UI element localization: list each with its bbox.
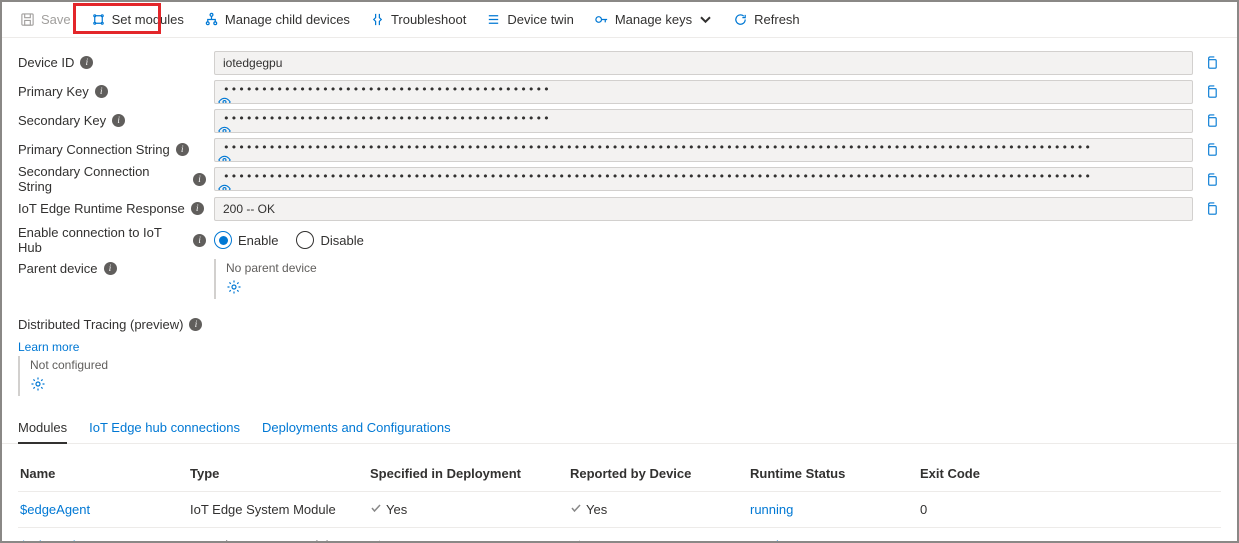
check-icon: [370, 538, 382, 543]
gear-icon[interactable]: [226, 279, 242, 295]
primary-key-label: Primary Key: [18, 84, 89, 99]
reveal-icon[interactable]: [217, 152, 1178, 162]
set-modules-button[interactable]: Set modules: [81, 2, 194, 37]
save-button: Save: [10, 2, 81, 37]
check-icon: [570, 538, 582, 543]
learn-more-link[interactable]: Learn more: [18, 340, 1221, 354]
hierarchy-icon: [204, 12, 219, 27]
copy-icon[interactable]: [1201, 169, 1221, 189]
runtime-response-label: IoT Edge Runtime Response: [18, 201, 185, 216]
col-header-name[interactable]: Name: [18, 466, 188, 481]
runtime-response-field[interactable]: 200 -- OK: [214, 197, 1193, 221]
tab-hub-connections[interactable]: IoT Edge hub connections: [89, 414, 240, 443]
detail-tabs: Modules IoT Edge hub connections Deploym…: [2, 414, 1237, 444]
tab-modules[interactable]: Modules: [18, 414, 67, 443]
device-id-field[interactable]: iotedgegpu: [214, 51, 1193, 75]
col-header-rep[interactable]: Reported by Device: [568, 466, 748, 481]
parent-device-value: No parent device: [226, 261, 317, 275]
reveal-icon[interactable]: [217, 94, 1178, 104]
secondary-cs-label: Secondary Connection String: [18, 164, 187, 194]
info-icon[interactable]: i: [189, 318, 202, 331]
module-name-link[interactable]: $edgeHub: [18, 538, 188, 543]
refresh-button[interactable]: Refresh: [723, 2, 810, 37]
disable-radio[interactable]: Disable: [296, 231, 363, 249]
copy-icon[interactable]: [1201, 140, 1221, 160]
device-id-label: Device ID: [18, 55, 74, 70]
tab-deployments[interactable]: Deployments and Configurations: [262, 414, 451, 443]
info-icon[interactable]: i: [104, 262, 117, 275]
dist-tracing-status: Not configured: [30, 358, 108, 372]
secondary-cs-field[interactable]: ••••••••••••••••••••••••••••••••••••••••…: [214, 167, 1193, 191]
copy-icon[interactable]: [1201, 53, 1221, 73]
primary-key-field[interactable]: ••••••••••••••••••••••••••••••••••••••••…: [214, 80, 1193, 104]
col-header-stat[interactable]: Runtime Status: [748, 466, 918, 481]
device-twin-icon: [486, 12, 501, 27]
info-icon[interactable]: i: [191, 202, 204, 215]
dist-tracing-box: Not configured: [18, 356, 108, 396]
enable-connection-label: Enable connection to IoT Hub: [18, 225, 187, 255]
parent-device-label: Parent device: [18, 261, 98, 276]
manage-keys-button[interactable]: Manage keys: [584, 2, 723, 37]
troubleshoot-button[interactable]: Troubleshoot: [360, 2, 476, 37]
info-icon[interactable]: i: [193, 173, 206, 186]
set-modules-icon: [91, 12, 106, 27]
info-icon[interactable]: i: [193, 234, 206, 247]
primary-cs-label: Primary Connection String: [18, 142, 170, 157]
secondary-key-field[interactable]: ••••••••••••••••••••••••••••••••••••••••…: [214, 109, 1193, 133]
info-icon[interactable]: i: [176, 143, 189, 156]
table-row[interactable]: $edgeAgent IoT Edge System Module Yes Ye…: [18, 491, 1221, 527]
table-row[interactable]: $edgeHub IoT Edge System Module Yes Yes …: [18, 527, 1221, 543]
chevron-down-icon: [698, 12, 713, 27]
gear-icon[interactable]: [30, 376, 46, 392]
command-bar: Save Set modules Manage child devices Tr…: [2, 2, 1237, 38]
info-icon[interactable]: i: [112, 114, 125, 127]
dist-tracing-label: Distributed Tracing (preview): [18, 317, 183, 332]
reveal-icon[interactable]: [217, 182, 1178, 192]
troubleshoot-icon: [370, 12, 385, 27]
modules-table: Name Type Specified in Deployment Report…: [2, 458, 1237, 543]
info-icon[interactable]: i: [95, 85, 108, 98]
reveal-icon[interactable]: [217, 123, 1178, 133]
refresh-icon: [733, 12, 748, 27]
copy-icon[interactable]: [1201, 199, 1221, 219]
parent-device-box: No parent device: [214, 259, 317, 299]
col-header-type[interactable]: Type: [188, 466, 368, 481]
module-name-link[interactable]: $edgeAgent: [18, 502, 188, 517]
device-twin-button[interactable]: Device twin: [476, 2, 583, 37]
key-icon: [594, 12, 609, 27]
copy-icon[interactable]: [1201, 82, 1221, 102]
primary-cs-field[interactable]: ••••••••••••••••••••••••••••••••••••••••…: [214, 138, 1193, 162]
runtime-status-link[interactable]: running: [748, 502, 918, 517]
col-header-exit[interactable]: Exit Code: [918, 466, 1038, 481]
secondary-key-label: Secondary Key: [18, 113, 106, 128]
copy-icon[interactable]: [1201, 111, 1221, 131]
enable-radio[interactable]: Enable: [214, 231, 278, 249]
info-icon[interactable]: i: [80, 56, 93, 69]
runtime-status-link[interactable]: running: [748, 538, 918, 543]
manage-child-devices-button[interactable]: Manage child devices: [194, 2, 360, 37]
col-header-spec[interactable]: Specified in Deployment: [368, 466, 568, 481]
check-icon: [570, 502, 582, 517]
check-icon: [370, 502, 382, 517]
save-icon: [20, 12, 35, 27]
